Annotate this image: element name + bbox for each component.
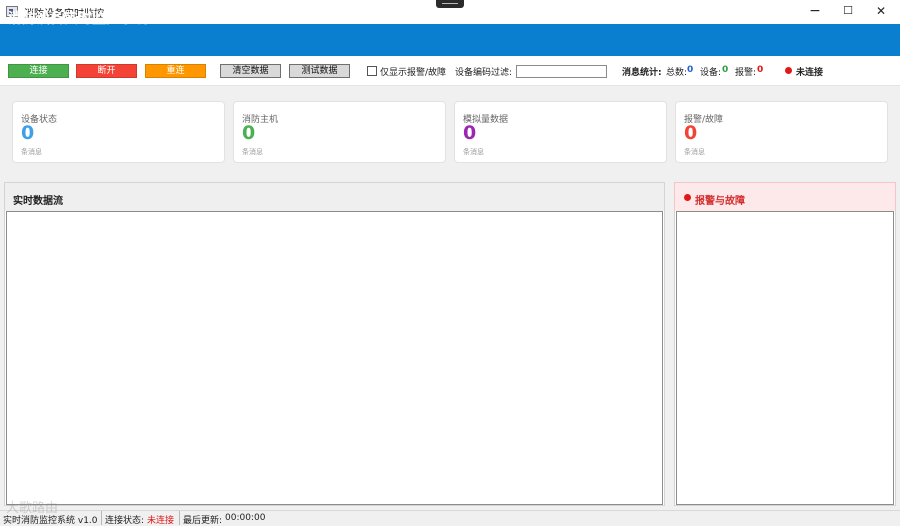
alarm-panel-title: 报警与故障: [695, 196, 745, 207]
stream-panel-header: [4, 182, 665, 211]
device-code-filter-input[interactable]: [516, 65, 607, 78]
alarm-label: 报警:: [735, 68, 757, 78]
only-alarm-checkbox[interactable]: [367, 66, 377, 76]
reconnect-button[interactable]: 重连: [145, 64, 206, 78]
connection-indicator-label: 未连接: [796, 68, 824, 78]
device-label: 设备:: [700, 68, 722, 78]
status-divider: [101, 511, 102, 525]
card-fire-host: 消防主机 0 条消息: [233, 101, 446, 163]
card-unit: 条消息: [242, 148, 263, 156]
status-last-update-label: 最后更新:: [183, 516, 223, 526]
connection-indicator-icon: [785, 67, 792, 74]
device-count: 0: [722, 65, 729, 75]
card-alarm-fault: 报警/故障 0 条消息: [675, 101, 888, 163]
alarm-list[interactable]: [676, 211, 894, 505]
total-count: 0: [687, 65, 694, 75]
header-connection-status: 未连接: [160, 15, 190, 26]
window-drag-handle[interactable]: [436, 0, 464, 8]
filter-label: 设备编码过滤:: [455, 68, 513, 78]
card-value: 0: [463, 122, 477, 144]
stream-list[interactable]: [6, 211, 663, 505]
test-data-button[interactable]: 测试数据: [289, 64, 350, 78]
card-device-status: 设备状态 0 条消息: [12, 101, 225, 163]
status-last-update-value: 00:00:00: [225, 513, 266, 523]
maximize-button[interactable]: ☐: [831, 0, 865, 24]
card-unit: 条消息: [21, 148, 42, 156]
app-title: 消防设备实时监控系统: [8, 11, 148, 27]
card-value: 0: [21, 122, 35, 144]
stream-panel-title: 实时数据流: [13, 196, 63, 207]
total-label: 总数:: [666, 68, 688, 78]
card-value: 0: [684, 122, 698, 144]
connect-button[interactable]: 连接: [8, 64, 69, 78]
watermark: 大歌路由: [6, 501, 59, 516]
card-value: 0: [242, 122, 256, 144]
minimize-button[interactable]: −: [798, 0, 832, 24]
card-unit: 条消息: [463, 148, 484, 156]
card-analog-data: 模拟量数据 0 条消息: [454, 101, 667, 163]
disconnect-button[interactable]: 断开: [76, 64, 137, 78]
status-conn-value: 未连接: [147, 516, 175, 526]
status-divider: [179, 511, 180, 525]
app-header: [0, 24, 900, 56]
close-button[interactable]: ✕: [864, 0, 898, 24]
alarm-dot-icon: [684, 194, 691, 201]
stats-label: 消息统计:: [622, 68, 662, 78]
card-unit: 条消息: [684, 148, 705, 156]
clear-data-button[interactable]: 清空数据: [220, 64, 281, 78]
only-alarm-label[interactable]: 仅显示报警/故障: [380, 65, 446, 78]
alarm-count: 0: [757, 65, 764, 75]
status-conn-label: 连接状态:: [105, 516, 145, 526]
